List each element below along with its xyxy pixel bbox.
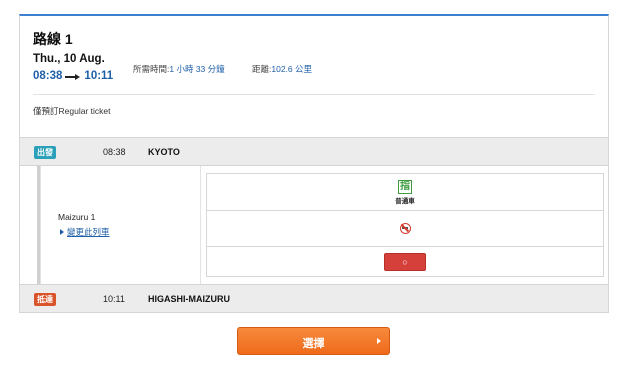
seat-select-button[interactable]: ○ <box>384 253 426 271</box>
travel-date: Thu., 10 Aug. <box>33 53 105 65</box>
triangle-right-icon <box>60 229 64 235</box>
seat-availability-cell: ○ <box>207 247 603 277</box>
arrival-station: HIGASHI-MAIZURU <box>148 294 230 304</box>
change-train-label[interactable]: 變更此列車 <box>67 226 110 238</box>
car-type-cell: 指 普通車 <box>207 174 603 211</box>
reserved-seat-icon: 指 <box>398 179 412 194</box>
play-icon <box>377 338 381 344</box>
seat-info-table: 指 普通車 ○ <box>206 173 604 277</box>
select-button[interactable]: 選擇 <box>237 327 390 355</box>
departure-row: 出發 08:38 KYOTO <box>20 137 608 166</box>
select-button-label[interactable]: 選擇 <box>238 335 389 351</box>
departure-badge: 出發 <box>34 146 56 159</box>
arrival-time: 10:11 <box>103 294 125 304</box>
divider <box>33 94 595 95</box>
duration-label: 所需時間: <box>133 64 170 74</box>
route-title: 路線 1 <box>33 31 73 47</box>
arrow-right-icon <box>65 72 81 80</box>
ticket-note: 僅預訂Regular ticket <box>33 106 111 116</box>
distance-label: 距離: <box>252 64 272 74</box>
distance-value: 102.6 公里 <box>271 64 313 74</box>
car-type-label: 普通車 <box>395 197 415 205</box>
arrival-badge: 抵達 <box>34 293 56 306</box>
duration-info: 所需時間:1 小時 33 分鐘 <box>133 63 225 75</box>
duration-value: 1 小時 33 分鐘 <box>169 64 225 74</box>
segment-separator <box>200 166 201 284</box>
departure-station: KYOTO <box>148 147 180 157</box>
train-name: Maizuru 1 <box>58 212 96 222</box>
train-segment: Maizuru 1 變更此列車 指 普通車 ○ <box>20 166 608 284</box>
smoking-cell <box>207 211 603 247</box>
distance-info: 距離:102.6 公里 <box>252 63 312 75</box>
no-smoking-icon <box>399 223 411 234</box>
route-line-inner <box>40 166 41 284</box>
time-range: 08:38 10:11 <box>33 70 113 82</box>
arrive-time: 10:11 <box>84 70 114 82</box>
change-train-link[interactable]: 變更此列車 <box>60 226 110 238</box>
route-card: 路線 1 Thu., 10 Aug. 08:38 10:11 所需時間:1 小時… <box>19 14 609 313</box>
departure-time: 08:38 <box>103 147 126 157</box>
depart-time: 08:38 <box>33 70 63 82</box>
arrival-row: 抵達 10:11 HIGASHI-MAIZURU <box>20 284 608 313</box>
